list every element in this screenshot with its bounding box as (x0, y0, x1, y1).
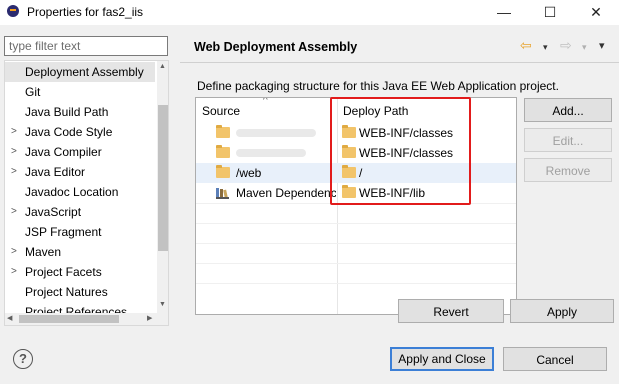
chevron-right-icon[interactable]: > (11, 202, 17, 222)
forward-dropdown-icon[interactable]: ▾ (582, 42, 587, 53)
tree-item-label: Project Facets (25, 265, 102, 279)
tree-item-deployment-assembly[interactable]: Deployment Assembly (5, 62, 155, 82)
add-button[interactable]: Add... (524, 98, 612, 122)
scroll-left-icon[interactable]: ◀ (7, 314, 12, 322)
header-separator (180, 62, 619, 63)
row-divider (196, 283, 516, 284)
scrollbar-thumb[interactable] (19, 315, 119, 323)
scroll-right-icon[interactable]: ▶ (147, 314, 152, 322)
tree-item-label: JSP Fragment (25, 225, 102, 239)
tree-item-project-facets[interactable]: > Project Facets (5, 262, 155, 282)
tree-item-jsp-fragment[interactable]: JSP Fragment (5, 222, 155, 242)
chevron-right-icon[interactable]: > (11, 262, 17, 282)
chevron-right-icon[interactable]: > (11, 142, 17, 162)
horizontal-scrollbar[interactable]: ◀ ▶ (5, 313, 157, 325)
tree-item-label: JavaScript (25, 205, 82, 219)
vertical-scrollbar[interactable]: ▲ ▼ (157, 61, 168, 325)
redacted-text (236, 149, 306, 157)
tree-item-javascript[interactable]: > JavaScript (5, 202, 155, 222)
chevron-right-icon[interactable]: > (11, 242, 17, 262)
back-dropdown-icon[interactable]: ▾ (543, 42, 548, 53)
tree-item-label: Java Code Style (25, 125, 113, 139)
chevron-right-icon[interactable]: > (11, 122, 17, 142)
forward-arrow-icon[interactable]: ⇨ (560, 37, 572, 54)
back-arrow-icon[interactable]: ⇦ (520, 37, 532, 54)
scroll-down-icon[interactable]: ▼ (159, 301, 166, 308)
tree-item-git[interactable]: Git (5, 82, 155, 102)
description-text: Define packaging structure for this Java… (197, 79, 559, 93)
sort-caret-icon: ^ (263, 97, 268, 106)
property-tree: Deployment Assembly Git Java Build Path … (4, 60, 169, 326)
redacted-text (236, 129, 316, 137)
folder-icon (216, 165, 230, 178)
column-header-source[interactable]: Source (202, 98, 240, 122)
tree-item-java-editor[interactable]: > Java Editor (5, 162, 155, 182)
tree-item-java-compiler[interactable]: > Java Compiler (5, 142, 155, 162)
scrollbar-thumb[interactable] (158, 105, 168, 251)
tree-item-java-build-path[interactable]: Java Build Path (5, 102, 155, 122)
folder-icon (216, 145, 230, 158)
row-divider (196, 223, 516, 224)
chevron-right-icon[interactable]: > (11, 162, 17, 182)
tree-item-label: Java Build Path (25, 105, 109, 119)
tree-item-label: Maven (25, 245, 62, 259)
annotation-highlight-box (330, 97, 471, 205)
scroll-up-icon[interactable]: ▲ (159, 63, 166, 70)
minimize-button[interactable]: — (481, 0, 527, 25)
row-divider (196, 243, 516, 244)
revert-button[interactable]: Revert (398, 299, 504, 323)
tree-item-javadoc-location[interactable]: Javadoc Location (5, 182, 155, 202)
page-title: Web Deployment Assembly (194, 40, 358, 54)
tree-item-label: Project Natures (25, 285, 108, 299)
tree-item-java-code-style[interactable]: > Java Code Style (5, 122, 155, 142)
filter-input[interactable] (4, 36, 168, 56)
tree-item-label: Git (25, 85, 41, 99)
view-menu-icon[interactable]: ▾ (599, 39, 605, 52)
tree-item-label: Java Compiler (25, 145, 102, 159)
row-divider (196, 263, 516, 264)
source-cell: Maven Dependencies (236, 186, 336, 200)
tree-item-label: Java Editor (25, 165, 86, 179)
maximize-button[interactable]: ☐ (527, 0, 573, 25)
tree-item-label: Deployment Assembly (25, 65, 144, 79)
title-bar: Properties for fas2_iis — ☐ ✕ (0, 0, 619, 25)
tree-item-project-natures[interactable]: Project Natures (5, 282, 155, 302)
cancel-button[interactable]: Cancel (503, 347, 607, 371)
tree-item-maven[interactable]: > Maven (5, 242, 155, 262)
remove-button[interactable]: Remove (524, 158, 612, 182)
edit-button[interactable]: Edit... (524, 128, 612, 152)
library-icon (216, 188, 229, 199)
apply-and-close-button[interactable]: Apply and Close (390, 347, 494, 371)
close-button[interactable]: ✕ (573, 0, 619, 25)
window-title: Properties for fas2_iis (27, 5, 144, 19)
folder-icon (216, 125, 230, 138)
source-cell: /web (236, 166, 262, 180)
eclipse-icon (7, 5, 19, 17)
apply-button[interactable]: Apply (510, 299, 614, 323)
help-icon[interactable]: ? (13, 349, 33, 369)
tree-item-label: Javadoc Location (25, 185, 119, 199)
